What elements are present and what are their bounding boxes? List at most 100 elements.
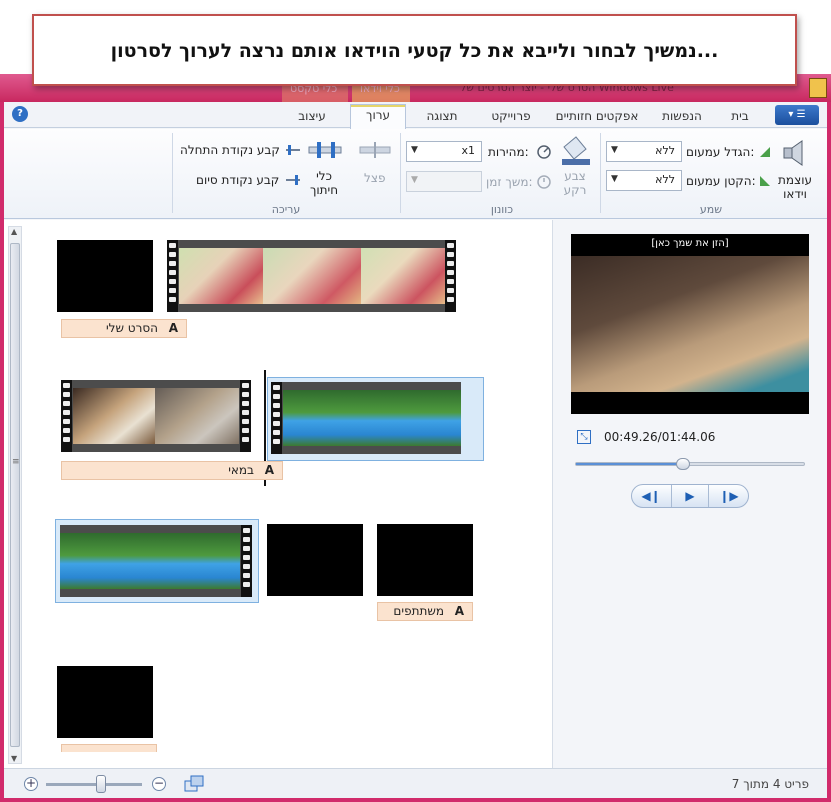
video-clip-baby-crawling[interactable] (61, 380, 251, 452)
tab-visual-effects[interactable]: אפקטים חזותיים (548, 106, 646, 128)
selected-clip-frame[interactable] (55, 519, 259, 603)
video-thumbnail (361, 248, 445, 304)
trim-tool-icon[interactable] (307, 141, 343, 161)
film-sprockets (241, 525, 252, 597)
video-thumbnail (367, 390, 461, 446)
chevron-down-icon: ▼ (611, 145, 618, 155)
zoom-thumb[interactable] (96, 775, 106, 793)
tutorial-banner-text: נמשיך לבחור ולייבא את כל קטעי הוידאו אות… (110, 40, 719, 62)
film-sprockets (240, 380, 251, 452)
adjust-group-label: כוונון (490, 203, 514, 216)
video-thumbnail (73, 388, 155, 444)
set-start-point-button[interactable]: קבע נקודת התחלה (180, 143, 280, 157)
scroll-down-icon[interactable]: ▼ (11, 754, 17, 763)
preview-pane: [הזן את שמך כאן] ⤡ 00:49.26/01:44.06 ◀❙ … (552, 220, 827, 768)
video-clip-pool-2[interactable] (60, 525, 252, 597)
video-thumbnail (155, 388, 239, 444)
scroll-grip-icon: ≡ (12, 457, 20, 467)
seek-progress (576, 463, 684, 465)
seek-thumb[interactable] (676, 458, 691, 470)
trim-tool-label[interactable]: כלי חיתוך (304, 169, 344, 197)
window-body: ? עיצוב ערוך תצוגה פרוייקט אפקטים חזותיי… (4, 102, 827, 798)
tab-view[interactable]: תצוגה (412, 106, 472, 128)
file-menu-button[interactable]: ▾ ☰ (775, 105, 819, 125)
tutorial-banner: נמשיך לבחור ולייבא את כל קטעי הוידאו אות… (32, 14, 797, 86)
speed-icon (537, 145, 551, 159)
fade-out-label: הקטן עמעום: (686, 174, 756, 188)
title-clip[interactable] (57, 240, 153, 312)
storyboard-scrollbar[interactable]: ▲ ≡ ▼ (8, 226, 22, 764)
scroll-up-icon[interactable]: ▲ (11, 227, 17, 236)
zoom-in-icon[interactable]: + (24, 777, 38, 791)
fade-out-icon (760, 176, 770, 186)
fade-out-dropdown[interactable]: ▼ ללא (606, 170, 682, 191)
video-thumbnail (263, 248, 361, 304)
chevron-down-icon: ▼ (411, 145, 418, 155)
duration-dropdown[interactable]: ▼ (406, 171, 482, 192)
video-thumbnail (156, 533, 240, 589)
film-app-icon (809, 78, 827, 98)
ribbon-tabs: ? עיצוב ערוך תצוגה פרוייקט אפקטים חזותיי… (4, 102, 827, 129)
ribbon: עוצמת וידאו הגדל עמעום: ▼ ללא הקטן עמעום:… (4, 129, 827, 219)
preview-video[interactable]: [הזן את שמך כאן] (571, 234, 809, 414)
thumbnail-size-icon[interactable] (184, 775, 204, 793)
app-window: הסרט שלי - יוצר הסרטים של Windows Live כ… (0, 74, 831, 802)
next-frame-button[interactable]: ❙▶ (710, 485, 748, 507)
help-icon[interactable]: ? (12, 106, 28, 122)
audio-group-label: שמע (699, 203, 723, 216)
play-button[interactable]: ▶ (671, 485, 709, 507)
video-clip-pool[interactable] (271, 382, 461, 454)
split-label[interactable]: פצל (364, 171, 385, 185)
playback-controls: ◀❙ ▶ ❙▶ (631, 484, 749, 508)
fade-in-dropdown[interactable]: ▼ ללא (606, 141, 682, 162)
item-count-status: פריט 4 מתוך 7 (731, 777, 809, 791)
film-sprockets (167, 240, 178, 312)
tab-edit[interactable]: ערוך (350, 104, 406, 129)
text-caption-icon: A (168, 321, 178, 335)
video-thumbnail (283, 390, 367, 446)
speed-label: מהירות: (488, 145, 529, 159)
background-color-button[interactable]: צבע רקע (556, 169, 594, 197)
text-caption-icon: A (264, 463, 274, 477)
split-icon[interactable] (358, 141, 392, 161)
zoom-out-icon[interactable]: − (152, 777, 166, 791)
credits-clip[interactable] (377, 524, 473, 596)
workspace: ▲ ≡ ▼ A הסרט שלי A במאי A משתתפים [הזן א… (4, 220, 827, 768)
preview-frame-image (571, 256, 809, 392)
group-divider (400, 133, 401, 213)
storyboard: A הסרט שלי Aבמאי A משתתפים (24, 220, 552, 768)
director-caption[interactable]: A במאי (61, 461, 283, 480)
end-clip[interactable] (57, 666, 153, 738)
zoom-slider[interactable] (46, 783, 142, 786)
title-caption[interactable]: A הסרט שלי (61, 319, 187, 338)
selected-clip-frame[interactable] (267, 377, 484, 461)
tab-home[interactable]: בית (716, 106, 764, 128)
fade-in-icon (760, 147, 770, 157)
scroll-thumb[interactable] (10, 243, 20, 747)
chevron-down-icon: ▼ (411, 175, 418, 185)
paint-bucket-icon[interactable] (558, 135, 592, 165)
tab-animations[interactable]: הנפשות (652, 106, 712, 128)
preview-overlay-text: [הזן את שמך כאן] (651, 238, 729, 249)
video-clip-baby-eating[interactable] (167, 240, 456, 312)
set-start-icon (286, 145, 300, 155)
video-thumbnail (60, 533, 156, 589)
film-sprockets (271, 382, 282, 454)
duration-icon (537, 175, 551, 189)
group-divider (600, 133, 601, 213)
end-caption[interactable] (61, 744, 157, 752)
speaker-icon[interactable] (780, 139, 810, 167)
set-end-point-button[interactable]: קבע נקודת סיום (196, 173, 279, 187)
fullscreen-icon[interactable]: ⤡ (577, 430, 591, 444)
timecode: 00:49.26/01:44.06 (604, 430, 716, 444)
tab-format[interactable]: עיצוב (280, 106, 344, 128)
credits-caption[interactable]: A משתתפים (377, 602, 473, 621)
seek-bar[interactable] (575, 458, 805, 470)
previous-frame-button[interactable]: ◀❙ (632, 485, 670, 507)
video-volume-label[interactable]: עוצמת וידאו (776, 173, 814, 201)
speed-dropdown[interactable]: ▼ x1 (406, 141, 482, 162)
edit-group-label: עריכה (271, 203, 301, 216)
tab-project[interactable]: פרוייקט (478, 106, 544, 128)
transition-clip[interactable] (267, 524, 363, 596)
chevron-down-icon: ▼ (611, 174, 618, 184)
